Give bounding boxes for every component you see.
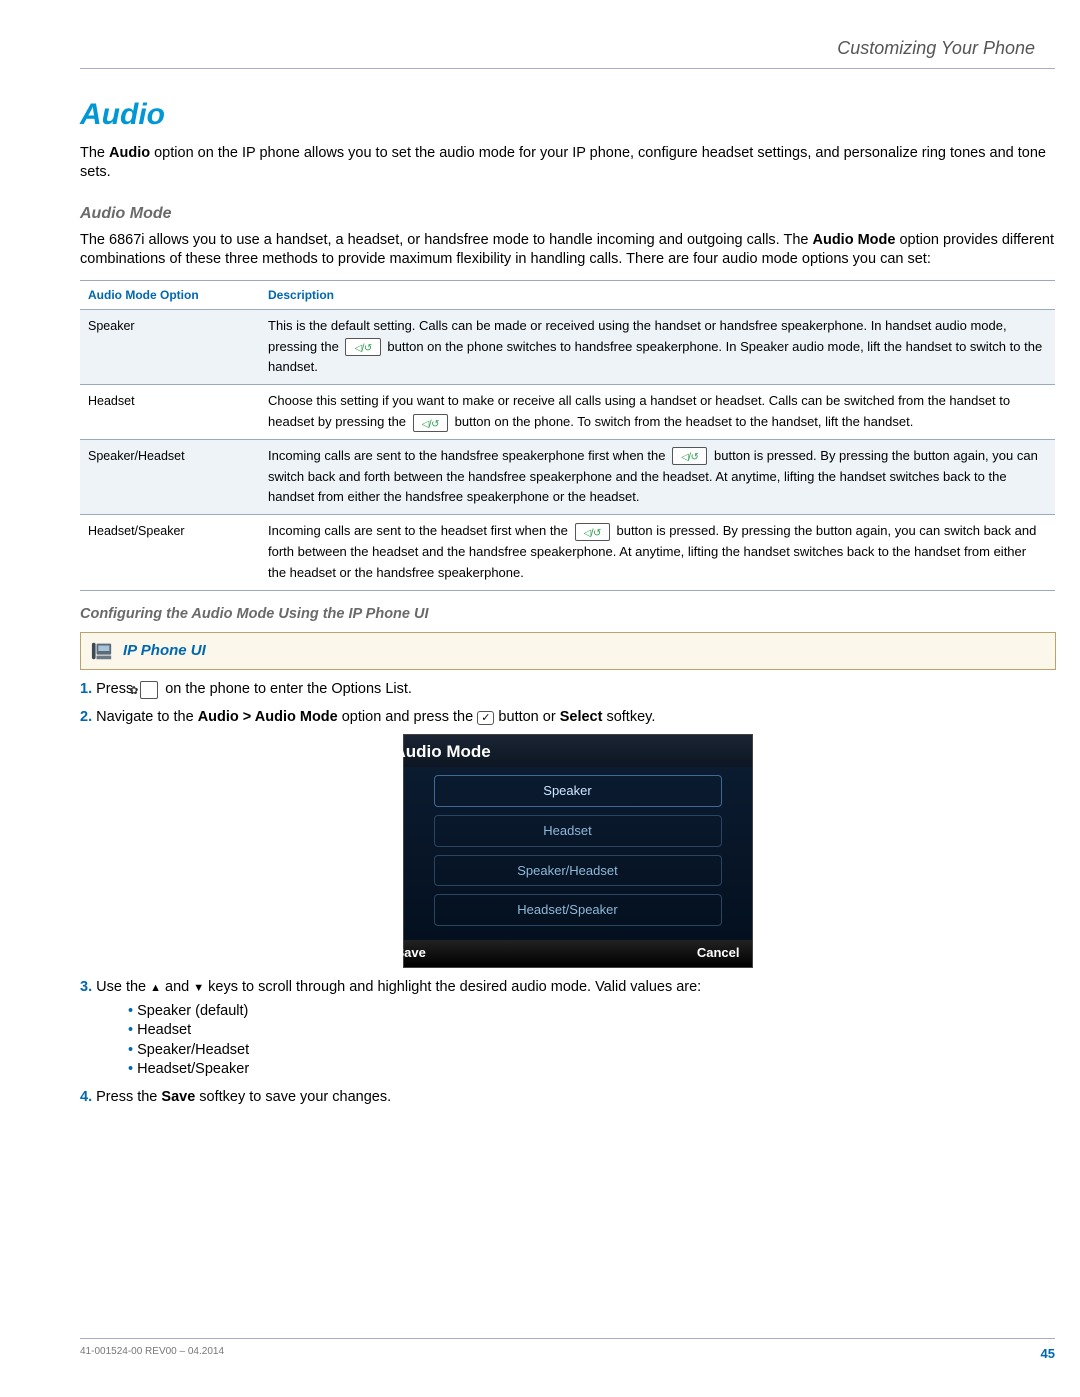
step-number: 4. [80,1089,92,1105]
steps-list: 1. Press on the phone to enter the Optio… [80,680,1055,1107]
cell-option: Speaker [80,309,260,384]
valid-values-list: Speaker (default) Headset Speaker/Headse… [100,1002,1055,1080]
softkey-cancel: Cancel [717,944,740,962]
text: The 6867i allows you to use a handset, a… [80,232,812,248]
text: Navigate to the [96,709,198,725]
text: button or [494,709,559,725]
heading-configuring: Configuring the Audio Mode Using the IP … [80,605,1055,625]
up-arrow-key-icon: ▲ [150,982,161,994]
text: and [161,979,193,995]
text: option on the IP phone allows you to set… [80,145,1046,181]
screen-softkeys: Save Cancel [404,940,752,968]
doc-id: 41-001524-00 REV00 – 04.2014 [80,1345,224,1363]
speaker-handsfree-key-icon [345,338,380,356]
cell-description: Incoming calls are sent to the handsfree… [260,439,1055,514]
text: softkey to save your changes. [195,1089,391,1105]
audio-mode-paragraph: The 6867i allows you to use a handset, a… [80,231,1055,270]
screen-option-speaker: Speaker [434,775,722,807]
text: on the phone to enter the Options List. [161,681,412,697]
select-check-key-icon: ✓ [477,711,494,725]
cell-option: Headset [80,385,260,440]
list-item: Speaker/Headset [128,1041,1055,1061]
page-footer: 41-001524-00 REV00 – 04.2014 45 [80,1338,1055,1363]
text: Use the [96,979,150,995]
step-4: 4. Press the Save softkey to save your c… [80,1088,1055,1108]
cell-option: Headset/Speaker [80,515,260,590]
intro-paragraph: The Audio option on the IP phone allows … [80,144,1055,183]
down-arrow-key-icon: ▼ [193,982,204,994]
audio-mode-table: Audio Mode Option Description Speaker Th… [80,280,1055,591]
heading-audio-mode: Audio Mode [80,203,1055,225]
cell-description: Incoming calls are sent to the headset f… [260,515,1055,590]
table-row: Headset Choose this setting if you want … [80,385,1055,440]
text: button on the phone switches to handsfre… [268,339,1042,375]
list-item: Headset/Speaker [128,1060,1055,1080]
screen-option-headset: Headset [434,815,722,847]
text-bold: Select [560,709,603,725]
step-3: 3. Use the ▲ and ▼ keys to scroll throug… [80,978,1055,1080]
ip-phone-ui-banner: IP Phone UI [80,632,1056,670]
screen-option-headset-speaker: Headset/Speaker [434,894,722,926]
ip-phone-icon [91,641,113,661]
step-number: 2. [80,709,92,725]
text: Incoming calls are sent to the headset f… [268,523,572,538]
heading-audio: Audio [80,95,1055,136]
text: Incoming calls are sent to the handsfree… [268,448,669,463]
text-bold: Audio Mode [812,232,895,248]
text-bold: Save [161,1089,195,1105]
list-item: Speaker (default) [128,1002,1055,1022]
cell-description: This is the default setting. Calls can b… [260,309,1055,384]
text: button on the phone. To switch from the … [451,414,913,429]
ip-phone-ui-label: IP Phone UI [123,641,206,661]
step-number: 3. [80,979,92,995]
cell-description: Choose this setting if you want to make … [260,385,1055,440]
step-2: 2. Navigate to the Audio > Audio Mode op… [80,708,1055,968]
screen-option-speaker-headset: Speaker/Headset [434,855,722,887]
screen-body: Speaker Headset Speaker/Headset Headset/… [404,767,752,939]
text-bold: Audio > Audio Mode [198,709,338,725]
speaker-handsfree-key-icon [672,447,707,465]
step-number: 1. [80,681,92,697]
text: Press the [96,1089,161,1105]
speaker-handsfree-key-icon [575,523,610,541]
table-row: Speaker This is the default setting. Cal… [80,309,1055,384]
col-description: Description [260,280,1055,309]
text: softkey. [602,709,655,725]
list-item: Headset [128,1021,1055,1041]
text-bold: Audio [109,145,150,161]
phone-screenshot: Audio Mode Speaker Headset Speaker/Heads… [403,734,753,969]
options-gear-key-icon [140,681,158,699]
speaker-handsfree-key-icon [413,414,448,432]
text: keys to scroll through and highlight the… [204,979,701,995]
page-number: 45 [1041,1345,1055,1363]
text: option and press the [338,709,477,725]
header-rule [80,68,1055,69]
col-option: Audio Mode Option [80,280,260,309]
table-header-row: Audio Mode Option Description [80,280,1055,309]
step-1: 1. Press on the phone to enter the Optio… [80,680,1055,700]
table-row: Speaker/Headset Incoming calls are sent … [80,439,1055,514]
table-row: Headset/Speaker Incoming calls are sent … [80,515,1055,590]
page-header-section: Customizing Your Phone [80,36,1055,68]
softkey-save: Save [416,944,426,962]
screen-title: Audio Mode [404,735,752,768]
text: The [80,145,109,161]
cell-option: Speaker/Headset [80,439,260,514]
